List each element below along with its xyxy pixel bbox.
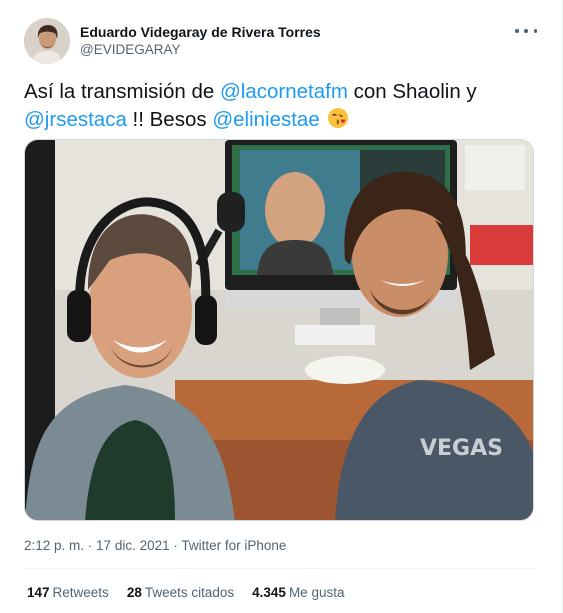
- likes-stat[interactable]: 4.345 Me gusta: [252, 584, 344, 602]
- quotes-count: 28: [126, 585, 142, 600]
- dot: [533, 29, 537, 33]
- retweets-count: 147: [27, 585, 50, 600]
- tweet-date[interactable]: 17 dic. 2021: [96, 538, 170, 553]
- photo-image: VEGAS: [25, 140, 533, 520]
- author-names: Eduardo Videgaray de Rivera Torres @EVID…: [80, 23, 321, 59]
- mention-lacornetafm[interactable]: @lacornetafm: [220, 80, 348, 103]
- quotes-stat[interactable]: 28 Tweets citados: [127, 584, 234, 602]
- author-handle[interactable]: @EVIDEGARAY: [80, 41, 321, 59]
- tweet-text-segment: Así la transmisión de: [24, 80, 220, 103]
- meta-separator: ·: [169, 538, 182, 553]
- likes-count: 4.345: [252, 585, 286, 600]
- mention-jrsestaca[interactable]: @jrsestaca: [24, 108, 127, 131]
- mention-eliniestae[interactable]: @eliniestae: [212, 108, 319, 131]
- tweet-text: Así la transmisión de @lacornetafm con S…: [24, 78, 524, 134]
- dot: [515, 29, 519, 33]
- tweet-card: Eduardo Videgaray de Rivera Torres @EVID…: [0, 0, 563, 613]
- author-display-name[interactable]: Eduardo Videgaray de Rivera Torres: [80, 23, 321, 41]
- tweet-time[interactable]: 2:12 p. m.: [24, 538, 84, 553]
- tweet-header: Eduardo Videgaray de Rivera Torres @EVID…: [24, 18, 539, 66]
- meta-separator: ·: [84, 538, 97, 553]
- retweets-label: Retweets: [52, 585, 109, 600]
- quotes-label: Tweets citados: [144, 585, 235, 600]
- author-avatar[interactable]: [24, 18, 70, 64]
- tweet-source[interactable]: Twitter for iPhone: [181, 538, 286, 553]
- tweet-meta: 2:12 p. m. · 17 dic. 2021 · Twitter for …: [24, 537, 286, 555]
- face-blowing-kiss-icon: [328, 108, 349, 128]
- retweets-stat[interactable]: 147 Retweets: [27, 584, 109, 602]
- more-options-icon[interactable]: [515, 24, 537, 38]
- tweet-text-segment: !! Besos: [126, 108, 213, 131]
- avatar-photo: [24, 18, 70, 64]
- tweet-text-segment: con Shaolin y: [347, 80, 477, 103]
- tweet-stats: 147 Retweets 28 Tweets citados 4.345 Me gus…: [27, 584, 344, 602]
- shirt-print: VEGAS: [420, 436, 503, 461]
- tweet-photo[interactable]: VEGAS: [24, 139, 534, 521]
- divider: [24, 568, 534, 569]
- likes-label: Me gusta: [288, 585, 345, 600]
- dot: [524, 29, 528, 33]
